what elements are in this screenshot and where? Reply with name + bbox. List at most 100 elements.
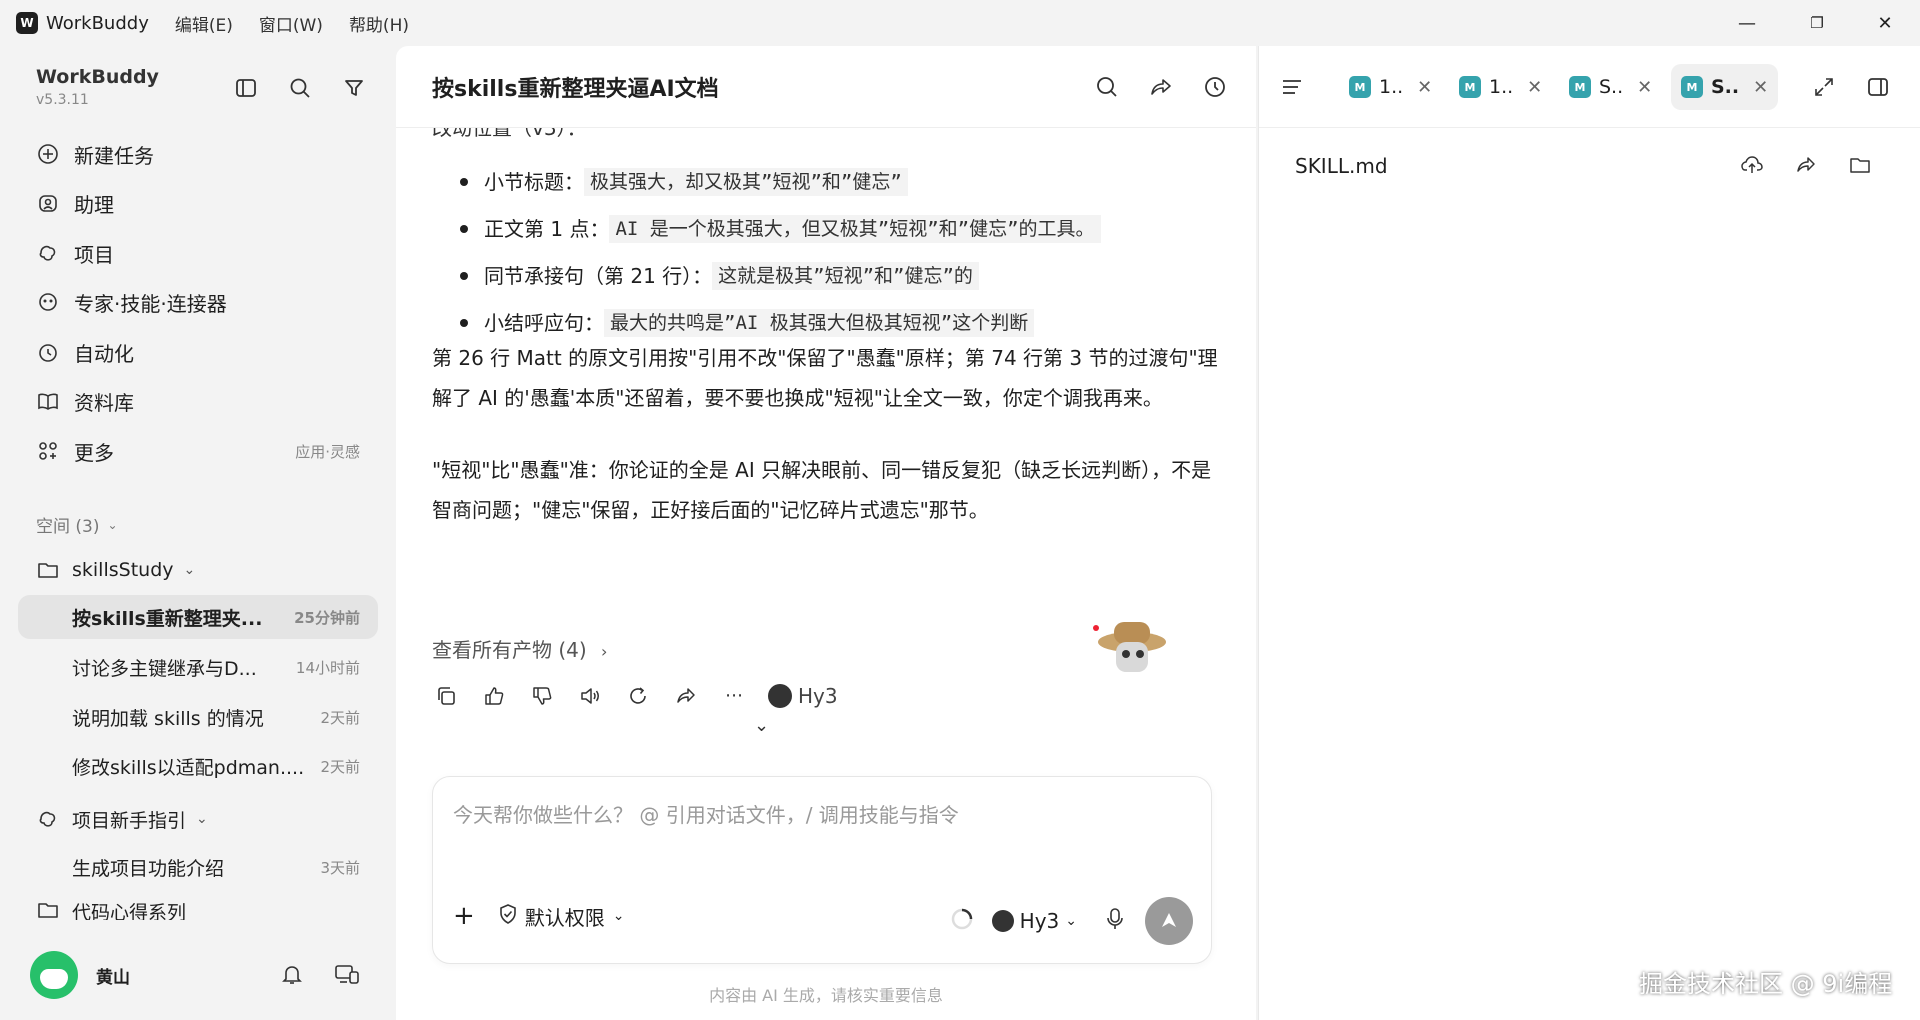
close-icon[interactable]: ✕ — [1637, 77, 1652, 98]
paragraph: "短视"比"愚蠢"准：你论证的全是 AI 只解决眼前、同一错反复犯（缺乏长远判断… — [432, 458, 1212, 522]
toggle-sidebar-icon[interactable] — [232, 74, 260, 102]
bullet-label: 小结呼应句： — [484, 310, 604, 335]
nav-label: 新建任务 — [74, 143, 154, 168]
send-arrow-icon — [1162, 913, 1176, 927]
paragraph: 第 26 行 Matt 的原文引用按"引用不改"保留了"愚蠢"原样；第 74 行… — [432, 346, 1218, 410]
session-item[interactable]: 生成项目功能介绍 3天前 — [18, 845, 378, 889]
message-composer[interactable]: 今天帮你做些什么？ @ 引用对话文件，/ 调用技能与指令 + 默认权限 ⌄ Hy… — [432, 776, 1212, 964]
folder-project-guide[interactable]: 项目新手指引 ⌄ — [36, 801, 208, 837]
session-time: 3天前 — [320, 858, 360, 877]
nav-automation[interactable]: 自动化 — [36, 334, 376, 370]
composer-input[interactable]: 今天帮你做些什么？ @ 引用对话文件，/ 调用技能与指令 — [453, 799, 959, 828]
model-selector[interactable]: Hy3 ⌄ — [991, 909, 1077, 933]
file-tab-label: 1.. — [1379, 76, 1404, 98]
folder-skillsstudy[interactable]: skillsStudy ⌄ — [36, 552, 195, 588]
expand-icon[interactable] — [1809, 72, 1839, 102]
view-artifacts-link[interactable]: 查看所有产物 (4) › — [432, 630, 607, 672]
project-icon — [36, 241, 60, 265]
file-tab-label: 1.. — [1489, 76, 1514, 98]
close-icon[interactable]: ✕ — [1527, 77, 1542, 98]
nav-library[interactable]: 资料库 — [36, 383, 376, 419]
automation-icon — [36, 340, 60, 364]
copy-icon[interactable] — [432, 682, 460, 710]
regenerate-icon[interactable] — [624, 682, 652, 710]
upload-icon[interactable] — [1737, 150, 1767, 180]
loading-spinner-icon — [950, 907, 974, 936]
file-tab-label: S.. — [1711, 76, 1740, 98]
session-item[interactable]: 讨论多主键继承与D... 14小时前 — [18, 645, 378, 689]
nav-expert[interactable]: 专家·技能·连接器 — [36, 284, 376, 320]
session-item[interactable]: 修改skills以适配pdman.... 2天前 — [18, 744, 378, 788]
nav-project[interactable]: 项目 — [36, 235, 376, 271]
file-tab[interactable]: M 1.. ✕ — [1339, 64, 1442, 110]
folder-open-icon[interactable] — [1845, 150, 1875, 180]
expert-icon — [36, 290, 60, 314]
menu-window[interactable]: 窗口(W) — [259, 11, 323, 36]
inline-code: 最大的共鸣是”AI 极其强大但极其短视”这个判断 — [604, 308, 1035, 337]
model-name: Hy3 — [798, 684, 838, 708]
inline-code: AI 是一个极其强大，但又极其”短视”和”健忘”的工具。 — [609, 214, 1101, 243]
devices-icon[interactable] — [334, 962, 360, 990]
app-name: WorkBuddy — [46, 12, 149, 34]
chat-panel: 按skills重新整理夹逼AI文档 改动位置（v3）： 小节标题： 极其强大，却又… — [396, 46, 1256, 1020]
nav-label: 资料库 — [74, 390, 134, 415]
model-logo-icon — [768, 684, 792, 708]
space-header[interactable]: 空间 (3) ⌄ — [36, 512, 118, 537]
nav-more-meta: 应用·灵感 — [295, 442, 360, 461]
chevron-down-icon: ⌄ — [107, 517, 118, 532]
model-selector-label: Hy3 — [1019, 909, 1060, 933]
project-icon — [36, 807, 60, 831]
file-tab-active[interactable]: M S.. ✕ — [1671, 64, 1779, 110]
session-title: 讨论多主键继承与D... — [72, 657, 257, 680]
inline-code: 这就是极其”短视”和”健忘”的 — [712, 261, 979, 290]
close-icon[interactable]: ✕ — [1753, 77, 1768, 98]
close-window-button[interactable]: ✕ — [1858, 0, 1912, 46]
nav-more[interactable]: 更多 应用·灵感 — [36, 433, 376, 469]
folder-code-notes[interactable]: 代码心得系列 — [36, 898, 186, 920]
file-tab[interactable]: M S.. ✕ — [1559, 64, 1662, 110]
session-item[interactable]: 说明加载 skills 的情况 2天前 — [18, 695, 378, 739]
outline-menu-icon[interactable] — [1277, 72, 1307, 102]
permission-label: 默认权限 — [524, 905, 605, 930]
share-icon[interactable] — [1791, 150, 1821, 180]
assistant-icon — [36, 191, 60, 215]
permission-dropdown[interactable]: 默认权限 ⌄ — [497, 902, 625, 931]
speaker-icon[interactable] — [576, 682, 604, 710]
minimize-button[interactable]: — — [1720, 0, 1774, 46]
thumbs-up-icon[interactable] — [480, 682, 508, 710]
microphone-icon[interactable] — [1105, 907, 1125, 936]
share-icon[interactable] — [1146, 72, 1176, 102]
maximize-button[interactable]: ❐ — [1790, 0, 1844, 46]
add-attachment-icon[interactable]: + — [453, 901, 475, 931]
search-icon[interactable] — [1092, 72, 1122, 102]
share-icon[interactable] — [672, 682, 700, 710]
change-list: 小节标题： 极其强大，却又极其”短视”和”健忘” 正文第 1 点： AI 是一个极其… — [432, 158, 1101, 346]
avatar[interactable] — [30, 951, 78, 999]
nav-assistant[interactable]: 助理 — [36, 185, 376, 221]
message-actions: ⋯ Hy3 — [432, 676, 838, 716]
scroll-down-icon[interactable]: ⌄ — [754, 706, 769, 746]
more-options-icon[interactable]: ⋯ — [720, 682, 748, 710]
history-icon[interactable] — [1200, 72, 1230, 102]
session-title: 按skills重新整理夹... — [72, 607, 263, 630]
folder-name: 项目新手指引 — [72, 809, 187, 832]
file-tab[interactable]: M 1.. ✕ — [1449, 64, 1552, 110]
session-time: 14小时前 — [295, 658, 360, 677]
search-icon[interactable] — [286, 74, 314, 102]
shield-check-icon — [497, 903, 519, 930]
filter-icon[interactable] — [340, 74, 368, 102]
thumbs-down-icon[interactable] — [528, 682, 556, 710]
toggle-panel-icon[interactable] — [1863, 72, 1893, 102]
close-icon[interactable]: ✕ — [1417, 77, 1432, 98]
chevron-down-icon: ⌄ — [612, 908, 625, 924]
model-logo-icon — [991, 910, 1014, 932]
nav-new-task[interactable]: 新建任务 — [36, 136, 376, 172]
session-item-active[interactable]: 按skills重新整理夹... 25分钟前 — [18, 595, 378, 639]
send-button[interactable] — [1145, 897, 1193, 945]
menu-help[interactable]: 帮助(H) — [349, 11, 409, 36]
space-header-label: 空间 (3) — [36, 517, 100, 537]
list-item: 同节承接句（第 21 行）： 这就是极其”短视”和”健忘”的 — [432, 252, 1101, 299]
menu-edit[interactable]: 编辑(E) — [175, 11, 233, 36]
app-version: v5.3.11 — [36, 92, 89, 108]
bell-icon[interactable] — [280, 962, 304, 990]
